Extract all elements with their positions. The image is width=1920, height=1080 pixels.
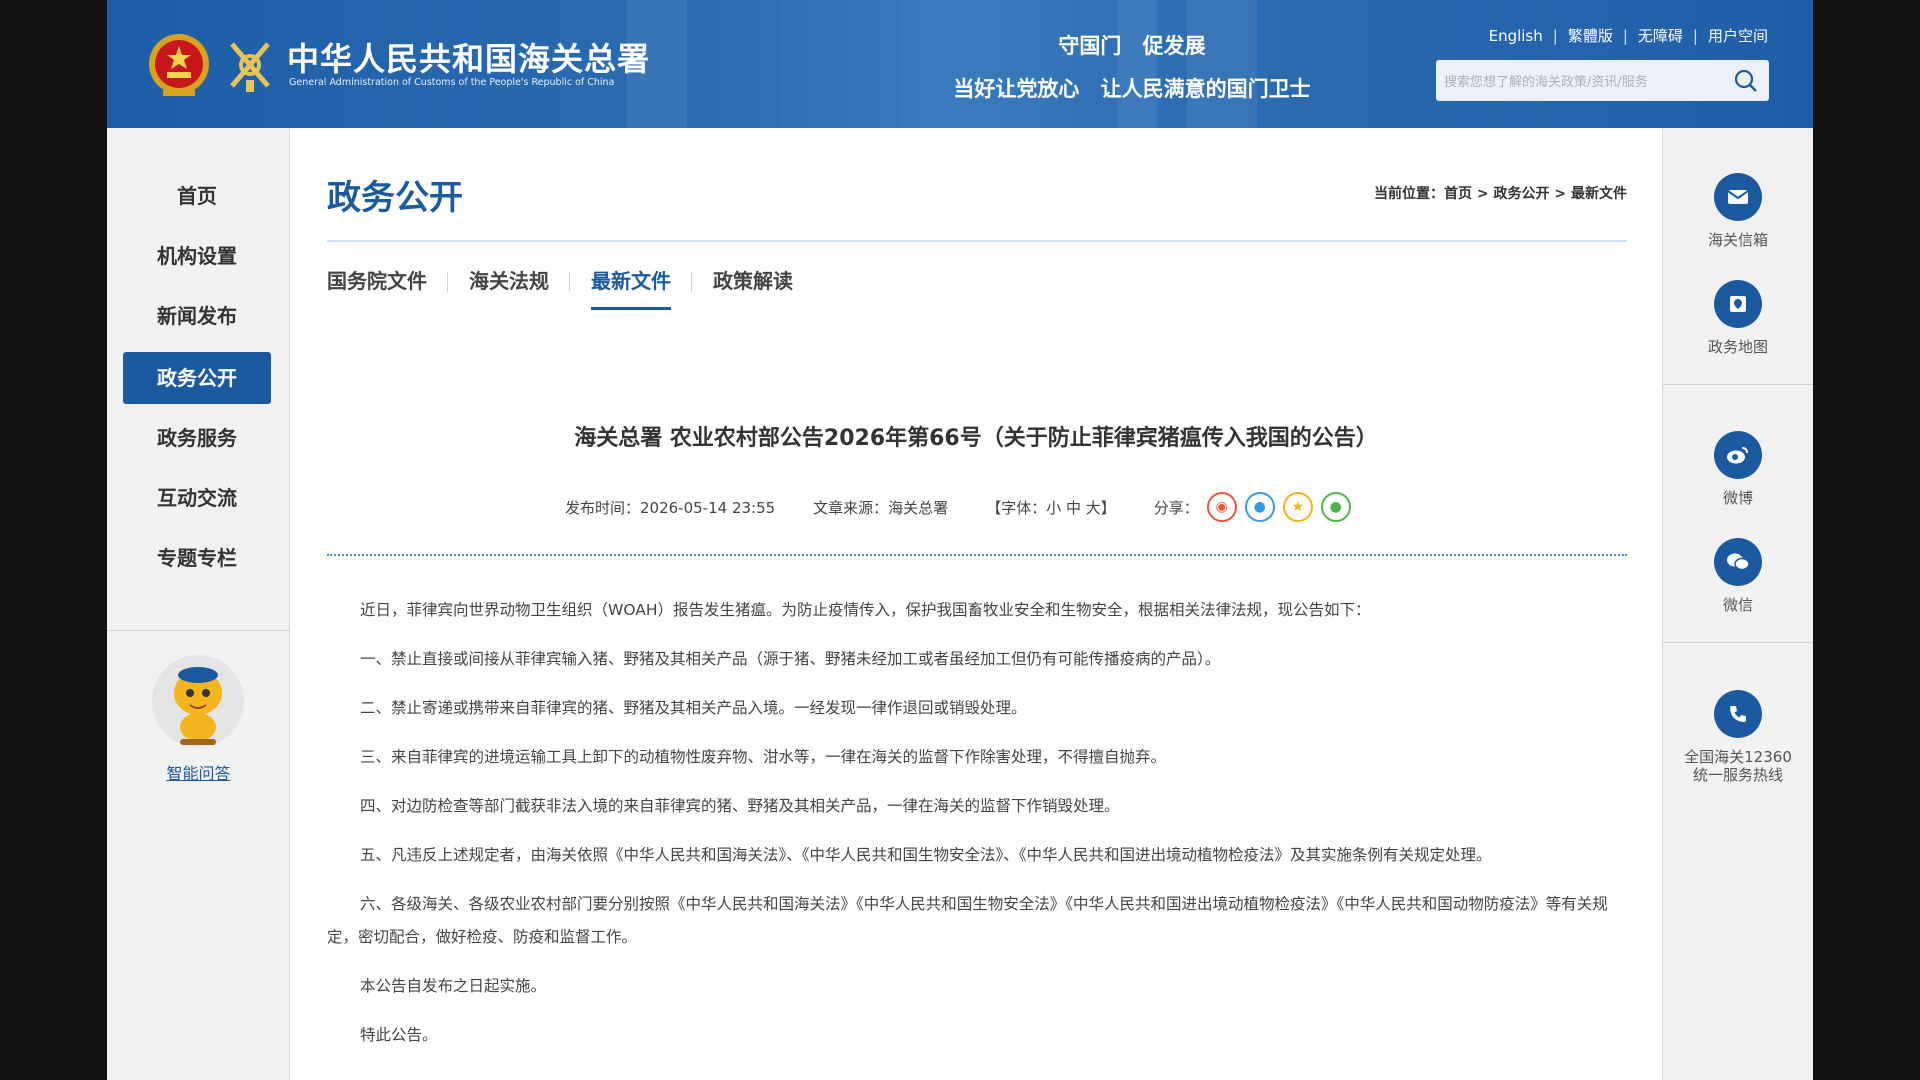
top-links: English | 繁體版 | 无障碍 | 用户空间 <box>1489 25 1768 46</box>
nav-item-interaction[interactable]: 互动交流 <box>123 472 271 524</box>
slogan-line-2: 当好让党放心 让人民满意的国门卫士 <box>953 76 1311 101</box>
search-input[interactable]: 搜索您想了解的海关政策/资讯/服务 <box>1444 71 1648 90</box>
article-paragraph: 本公告自发布之日起实施。 <box>360 977 547 995</box>
article-paragraph: 近日，菲律宾向世界动物卫生组织（WOAH）报告发生猪瘟。为防止疫情传入，保护我国… <box>360 601 1371 619</box>
right-sidebar: 海关信箱 政务地图 微博 微信 全国海关12360统一服务热线 <box>1662 128 1813 1080</box>
article-paragraph: 二、禁止寄递或携带来自菲律宾的猪、野猪及其相关产品入境。一经发现一律作退回或销毁… <box>360 699 1027 717</box>
rb-label: 微信 <box>1722 596 1753 614</box>
main-content: 政务公开 当前位置：首页 > 政务公开 > 最新文件 国务院文件 海关法规 最新… <box>290 128 1662 1080</box>
page: 中华人民共和国海关总署 General Administration of Cu… <box>107 0 1813 1080</box>
nav-item-home[interactable]: 首页 <box>123 170 271 222</box>
nav-item-government-affairs[interactable]: 政务公开 <box>123 352 271 404</box>
nav-item-news[interactable]: 新闻发布 <box>123 290 271 342</box>
tab-label: 最新文件 <box>591 269 671 293</box>
tab-label: 国务院文件 <box>327 269 427 293</box>
link-separator: | <box>1622 26 1628 45</box>
article-paragraph: 五、凡违反上述规定者，由海关依照《中华人民共和国海关法》、《中华人民共和国生物安… <box>360 846 1492 864</box>
site-header: 中华人民共和国海关总署 General Administration of Cu… <box>107 0 1813 128</box>
search-icon[interactable] <box>1733 68 1759 94</box>
breadcrumb[interactable]: 当前位置：首页 > 政务公开 > 最新文件 <box>1374 183 1627 203</box>
article-paragraph: 六、各级海关、各级农业农村部门要分别按照《中华人民共和国海关法》《中华人民共和国… <box>327 895 1608 946</box>
share-qzone-icon[interactable]: ★ <box>1282 492 1313 522</box>
title-divider <box>327 240 1627 242</box>
active-tab-underline <box>591 307 671 310</box>
tab-policy-interpretation[interactable]: 政策解读 <box>692 266 814 296</box>
article-paragraph: 三、来自菲律宾的进境运输工具上卸下的动植物性废弃物、泔水等，一律在海关的监督下作… <box>360 748 1167 766</box>
nav-divider <box>107 630 290 631</box>
mail-icon <box>1714 173 1762 221</box>
map-icon <box>1714 280 1762 328</box>
rb-label: 海关信箱 <box>1707 231 1768 249</box>
link-traditional[interactable]: 繁體版 <box>1568 25 1613 46</box>
article-title: 海关总署 农业农村部公告2026年第66号（关于防止菲律宾猪瘟传入我国的公告） <box>574 426 1378 451</box>
rb-divider <box>1663 384 1813 385</box>
font-size-switcher[interactable]: 【字体：小 中 大】 <box>986 497 1116 518</box>
publish-time: 发布时间：2026-05-14 23:55 <box>565 498 776 517</box>
article-paragraph: 一、禁止直接或间接从菲律宾输入猪、野猪及其相关产品（源于猪、野猪未经加工或者虽经… <box>360 650 1221 668</box>
slogan-line-1: 守国门 促发展 <box>1058 33 1206 58</box>
nav-item-topics[interactable]: 专题专栏 <box>123 532 271 584</box>
mascot-icon[interactable] <box>150 653 246 749</box>
rb-mailbox[interactable]: 海关信箱 <box>1663 173 1813 249</box>
article-paragraph: 四、对边防检查等部门截获非法入境的来自菲律宾的猪、野猪及其相关产品，一律在海关的… <box>360 797 1120 815</box>
nav-item-organization[interactable]: 机构设置 <box>123 230 271 282</box>
tab-state-council-docs[interactable]: 国务院文件 <box>327 266 448 296</box>
weibo-icon <box>1714 431 1762 479</box>
assistant-link[interactable]: 智能问答 <box>107 760 290 784</box>
article-meta: 发布时间：2026-05-14 23:55 文章来源：海关总署 【字体：小 中 … <box>565 492 1351 522</box>
rb-weibo[interactable]: 微博 <box>1663 431 1813 507</box>
left-nav: 首页 机构设置 新闻发布 政务公开 政务服务 互动交流 专题专栏 智能问答 <box>107 128 290 1080</box>
national-emblem-icon <box>149 34 209 96</box>
rb-hotline[interactable]: 全国海关12360统一服务热线 <box>1663 690 1813 784</box>
tab-bar: 国务院文件 海关法规 最新文件 政策解读 <box>327 266 814 310</box>
share-qq-icon[interactable]: ● <box>1244 492 1275 522</box>
share-label: 分享： <box>1153 498 1199 517</box>
customs-badge-icon <box>230 42 270 92</box>
article-source: 文章来源：海关总署 <box>813 498 949 517</box>
article-body: 近日，菲律宾向世界动物卫生组织（WOAH）报告发生猪瘟。为防止疫情传入，保护我国… <box>327 594 1627 1068</box>
rb-label: 全国海关12360统一服务热线 <box>1684 748 1792 784</box>
rb-divider <box>1663 642 1813 643</box>
nav-item-services[interactable]: 政务服务 <box>123 412 271 464</box>
share-wechat-icon[interactable]: ● <box>1320 492 1351 522</box>
rb-label: 政务地图 <box>1707 338 1768 356</box>
tab-label: 政策解读 <box>713 269 793 293</box>
tab-latest-documents[interactable]: 最新文件 <box>570 266 692 310</box>
rb-label: 微博 <box>1722 489 1753 507</box>
site-search[interactable]: 搜索您想了解的海关政策/资讯/服务 <box>1436 60 1769 101</box>
page-title: 政务公开 <box>327 178 463 218</box>
link-separator: | <box>1692 26 1698 45</box>
site-logo-subtitle: General Administration of Customs of the… <box>289 77 615 88</box>
link-user-space[interactable]: 用户空间 <box>1708 25 1768 46</box>
site-logo-title[interactable]: 中华人民共和国海关总署 <box>287 34 650 80</box>
rb-wechat[interactable]: 微信 <box>1663 538 1813 614</box>
share-weibo-icon[interactable]: ◉ <box>1206 492 1237 522</box>
link-separator: | <box>1552 26 1558 45</box>
rb-affairs-map[interactable]: 政务地图 <box>1663 280 1813 356</box>
tab-customs-regulations[interactable]: 海关法规 <box>448 266 570 296</box>
link-accessibility[interactable]: 无障碍 <box>1638 25 1683 46</box>
tab-label: 海关法规 <box>469 269 549 293</box>
article-paragraph: 特此公告。 <box>360 1026 438 1044</box>
phone-icon <box>1714 690 1762 738</box>
link-english[interactable]: English <box>1489 27 1543 45</box>
wechat-icon <box>1714 538 1762 586</box>
meta-divider <box>327 554 1627 556</box>
